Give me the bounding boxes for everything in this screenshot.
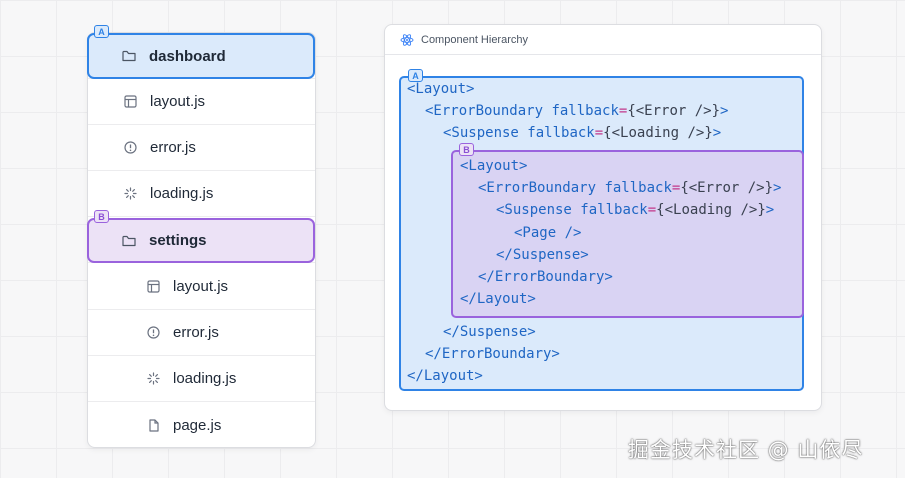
tree-item-label: layout.js [150,93,206,110]
tree-item-label: settings [149,232,207,249]
error-icon [122,140,138,156]
tree-item-dashboard-layout[interactable]: layout.js [88,79,315,125]
tree-item-settings-layout[interactable]: layout.js [88,264,315,310]
code-line: <Layout> [460,158,528,174]
tree-item-settings-page[interactable]: page.js [88,402,315,448]
code-segment-b-badge: B [459,143,474,156]
layout-icon [145,279,161,295]
code-line: <ErrorBoundary fallback={<Error />}> [425,103,729,119]
tree-item-settings-loading[interactable]: loading.js [88,356,315,402]
panel-header: Component Hierarchy [385,25,821,55]
tree-item-dashboard[interactable]: dashboard [87,33,314,79]
folder-icon [121,48,137,64]
tree-item-dashboard-loading[interactable]: loading.js [88,171,315,217]
panel-title: Component Hierarchy [421,33,528,46]
code-line: <Suspense fallback={<Loading />}> [443,125,722,141]
code-line: </Layout> [407,368,483,384]
segment-b-badge: B [94,210,109,223]
watermark: 掘金技术社区 @ 山依尽 [628,438,864,462]
loading-icon [122,186,138,202]
tree-item-label: loading.js [173,370,237,387]
code-line: </Suspense> [443,324,536,340]
layout-icon [122,94,138,110]
code-line: <Page /> [514,225,582,241]
folder-icon [121,233,137,249]
error-icon [145,325,161,341]
tree-item-label: error.js [173,324,219,341]
tree-item-settings-error[interactable]: error.js [88,310,315,356]
tree-item-label: loading.js [150,185,214,202]
tree-item-label: dashboard [149,47,226,65]
segment-a-badge: A [94,25,109,38]
tree-item-label: page.js [173,416,222,434]
tree-item-label: error.js [150,139,196,156]
tree-item-dashboard-error[interactable]: error.js [88,125,315,171]
file-icon [145,417,161,433]
segment-b-highlight[interactable]: settings [87,218,315,263]
react-icon [400,33,414,47]
tree-item-label: layout.js [173,278,229,295]
tree-item-settings[interactable]: settings [87,218,314,263]
code-line: </ErrorBoundary> [425,346,560,362]
code-line: <ErrorBoundary fallback={<Error />}> [478,180,782,196]
code-line: </Layout> [460,291,536,307]
code-line: <Layout> [407,81,475,97]
code-line: <Suspense fallback={<Loading />}> [496,202,775,218]
code-line: </Suspense> [496,247,589,263]
code-line: </ErrorBoundary> [478,269,613,285]
segment-a-highlight[interactable]: dashboard [87,33,315,79]
loading-icon [145,371,161,387]
